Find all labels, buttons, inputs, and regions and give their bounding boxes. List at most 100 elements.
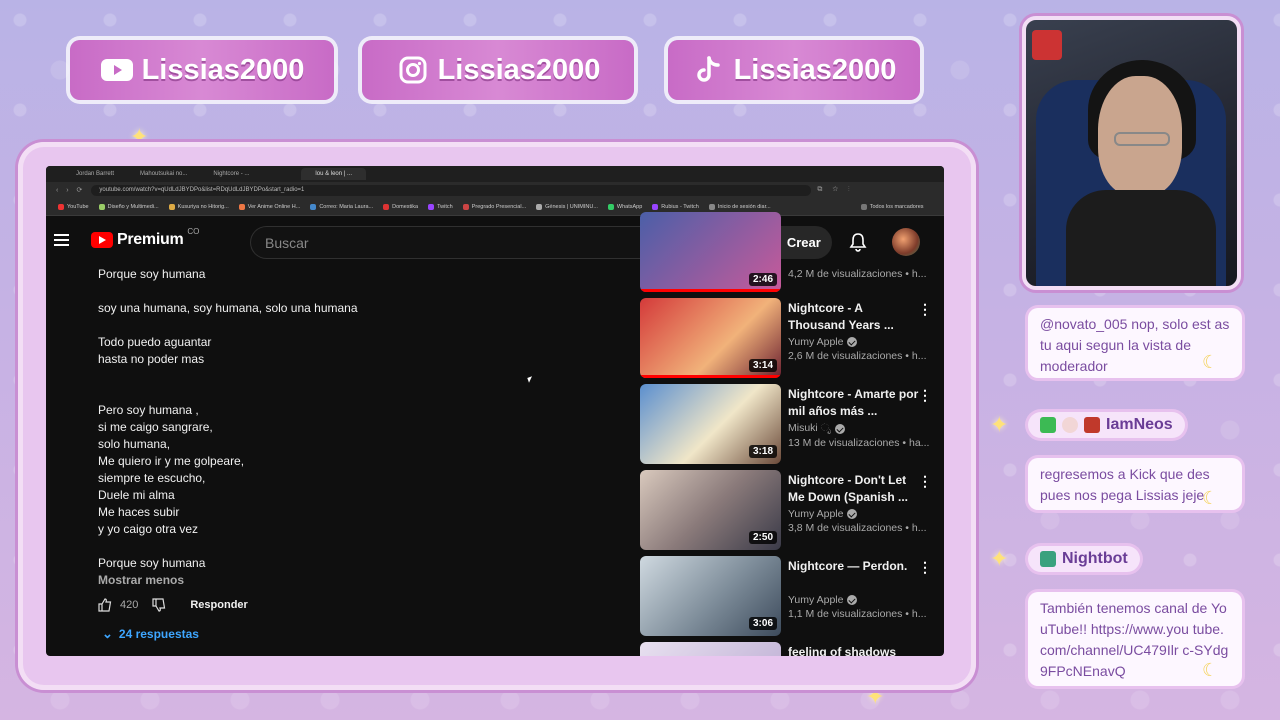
youtube-icon — [100, 57, 134, 83]
video-channel[interactable]: Misuki ೃ — [788, 422, 923, 435]
bookmark-item[interactable]: Correo: Maria Laura... — [310, 203, 373, 210]
video-info: Nightcore - Amarte por mil años más ... … — [788, 386, 929, 449]
browser-tab[interactable]: Jordan Barrett — [76, 171, 114, 177]
search-input[interactable]: Buscar — [250, 226, 642, 259]
like-icon[interactable] — [98, 598, 112, 612]
browser-tab[interactable]: Nightcore - ... — [213, 171, 249, 177]
verified-icon — [834, 423, 845, 434]
all-bookmarks[interactable]: Todos los marcadores — [860, 203, 924, 210]
menu-icon[interactable] — [54, 234, 69, 246]
video-thumbnail[interactable] — [640, 642, 781, 656]
comment-actions: 420 Responder — [98, 598, 248, 612]
comment-paragraph: soy una humana, soy humana, solo una hum… — [98, 301, 358, 315]
more-options-icon[interactable]: ⋮ — [918, 560, 932, 574]
more-options-icon[interactable]: ⋮ — [918, 388, 932, 402]
video-title[interactable]: Nightcore - A Thousand Years ... — [788, 300, 923, 334]
emote-badge-icon — [1062, 417, 1078, 433]
more-options-icon[interactable]: ⋮ — [918, 474, 932, 488]
comment-paragraph: Todo puedo aguantar hasta no poder mas — [98, 335, 212, 366]
bookmark-item[interactable]: Pregrado Presencial... — [462, 203, 526, 210]
replies-toggle[interactable]: ⌄ 24 respuestas — [102, 626, 199, 642]
video-info: Nightcore — Perdon. Yumy Apple 1,1 M de … — [788, 558, 927, 620]
youtube-logo-icon — [91, 232, 113, 248]
country-code: CO — [187, 226, 200, 236]
bookmark-item[interactable]: Domestika — [383, 203, 418, 210]
video-info: Nightcore - Don't Let Me Down (Spanish .… — [788, 472, 927, 534]
video-channel[interactable]: Yumy Apple — [788, 508, 923, 520]
video-thumbnail[interactable]: 2:46 — [640, 212, 781, 292]
chat-username: IamNeos — [1028, 412, 1185, 438]
chat-message-text: regresemos a Kick que des pues nos pega … — [1040, 466, 1210, 503]
bookmark-item[interactable]: Génesis | UNIMINU... — [536, 203, 598, 210]
bookmark-item[interactable]: Ver Anime Online H... — [238, 203, 300, 210]
extensions-icon[interactable]: ⧉ ☆ ⋮ — [817, 186, 853, 194]
browser-tab[interactable]: Mahoutsukai no... — [140, 171, 187, 177]
chat-username: Nightbot — [1028, 546, 1140, 572]
moon-icon: ☾ — [1202, 488, 1219, 508]
verified-icon — [847, 595, 858, 605]
verified-icon — [847, 337, 858, 347]
video-views: 3,8 M de visualizaciones • h... — [788, 522, 927, 534]
video-title[interactable]: Nightcore - Don't Let Me Down (Spanish .… — [788, 472, 923, 506]
browser-tab-active[interactable]: lou & leon | ... — [301, 168, 367, 180]
video-views: 4,2 M de visualizaciones • h... — [788, 268, 927, 280]
comment-paragraph: Porque soy humana — [98, 267, 206, 281]
video-item[interactable]: 2:46 4,2 M de visualizaciones • h... — [640, 212, 930, 298]
bookmark-item[interactable]: Kusuriya no Hitorig... — [168, 203, 229, 210]
video-thumbnail[interactable]: 2:50 — [640, 470, 781, 550]
verified-icon — [847, 509, 858, 519]
subscriber-badge-icon — [1084, 417, 1100, 433]
video-item[interactable]: 3:14 Nightcore - A Thousand Years ... Yu… — [640, 298, 932, 384]
bookmark-item[interactable]: WhatsApp — [607, 203, 642, 210]
replies-count: 24 respuestas — [118, 627, 199, 641]
nav-arrows-icon[interactable]: ‹ › ⟳ — [56, 186, 85, 194]
watch-progress-bar — [640, 375, 781, 378]
bookmark-item[interactable]: Rubius - Twitch — [652, 203, 699, 210]
more-options-icon[interactable]: ⋮ — [918, 302, 932, 316]
moon-icon: ☾ — [1202, 660, 1219, 680]
tiktok-icon — [692, 56, 726, 83]
video-views: 2,6 M de visualizaciones • h... — [788, 350, 927, 362]
comment-body: Porque soy humana soy una humana, soy hu… — [98, 266, 618, 589]
youtube-premium-logo[interactable]: Premium CO — [91, 227, 199, 249]
address-bar[interactable]: youtube.com/watch?v=qUdLdJBYDPo&list=RDq… — [91, 184, 812, 196]
dislike-icon[interactable] — [152, 598, 166, 612]
moon-icon: ☾ — [1202, 352, 1219, 372]
video-thumbnail[interactable]: 3:18 — [640, 384, 781, 464]
video-thumbnail[interactable]: 3:06 — [640, 556, 781, 636]
video-title[interactable]: Nightcore - Amarte por mil años más ... — [788, 386, 923, 420]
video-duration: 3:18 — [748, 445, 777, 458]
video-item[interactable]: 3:06 Nightcore — Perdon. Yumy Apple 1,1 … — [640, 556, 932, 642]
sparkle-icon: ✦ — [990, 546, 1009, 571]
glasses-icon — [1114, 132, 1170, 146]
video-item[interactable]: feeling of shadows — [640, 642, 930, 656]
video-item[interactable]: 2:50 Nightcore - Don't Let Me Down (Span… — [640, 470, 932, 556]
sparkle-icon: ✦ — [990, 412, 1009, 437]
bookmark-item[interactable]: YouTube — [58, 203, 89, 210]
reply-button[interactable]: Responder — [190, 599, 247, 611]
video-duration: 2:50 — [748, 531, 777, 544]
video-duration: 3:14 — [748, 359, 777, 372]
chat-username-text: Nightbot — [1062, 550, 1128, 567]
video-thumbnail[interactable]: 3:14 — [640, 298, 781, 378]
bookmark-item[interactable]: Twitch — [428, 203, 453, 210]
video-title[interactable]: Nightcore — Perdon. — [788, 558, 923, 592]
video-title[interactable]: feeling of shadows — [788, 644, 923, 656]
video-duration: 2:46 — [748, 273, 777, 286]
comment-paragraph: Pero soy humana , si me caigo sangrare, … — [98, 403, 245, 536]
bookmark-item[interactable]: Diseño y Multimedi... — [98, 203, 159, 210]
bookmark-item[interactable]: Inicio de sesión diar... — [708, 203, 771, 210]
instagram-banner: Lissias2000 — [362, 40, 634, 100]
video-channel[interactable]: Yumy Apple — [788, 594, 923, 606]
browser-tab-strip: Jordan Barrett Mahoutsukai no... Nightco… — [46, 166, 944, 182]
like-count: 420 — [120, 599, 139, 611]
instagram-handle: Lissias2000 — [437, 53, 601, 86]
browser-window: Jordan Barrett Mahoutsukai no... Nightco… — [46, 166, 944, 656]
youtube-banner: Lissias2000 — [70, 40, 334, 100]
webcam-overlay — [1022, 16, 1241, 290]
show-less-link[interactable]: Mostrar menos — [98, 573, 184, 587]
video-item[interactable]: 3:18 Nightcore - Amarte por mil años más… — [640, 384, 932, 470]
video-channel[interactable]: Yumy Apple — [788, 336, 923, 348]
video-duration: 3:06 — [748, 617, 777, 630]
chat-username-text: IamNeos — [1106, 416, 1173, 433]
